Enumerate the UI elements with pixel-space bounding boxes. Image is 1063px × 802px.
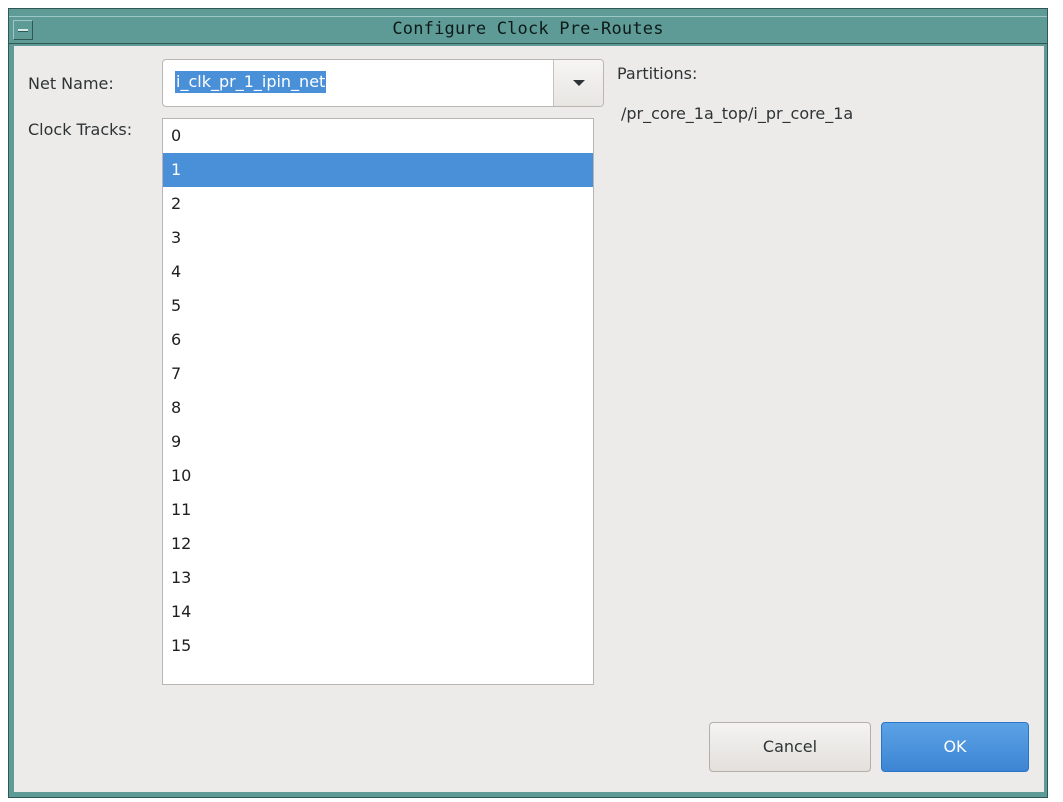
net-name-input[interactable]: i_clk_pr_1_ipin_net: [175, 71, 327, 93]
ok-button[interactable]: OK: [881, 722, 1029, 772]
cancel-button[interactable]: Cancel: [709, 722, 871, 772]
clock-track-item[interactable]: 1: [163, 153, 593, 187]
net-name-dropdown-button[interactable]: [553, 60, 603, 106]
clock-track-item[interactable]: 9: [163, 425, 593, 459]
window-title: Configure Clock Pre-Routes: [392, 19, 664, 39]
chevron-down-icon: [573, 80, 585, 86]
clock-track-item[interactable]: 2: [163, 187, 593, 221]
clock-track-item[interactable]: 10: [163, 459, 593, 493]
net-name-label: Net Name:: [28, 74, 114, 93]
clock-track-item[interactable]: 11: [163, 493, 593, 527]
title-bar[interactable]: Configure Clock Pre-Routes: [9, 16, 1047, 44]
clock-tracks-list[interactable]: 0 1 2 3 4 5 6 7 8 9 10 11 12 13 14 15: [162, 118, 594, 685]
clock-track-item[interactable]: 4: [163, 255, 593, 289]
net-name-combobox[interactable]: i_clk_pr_1_ipin_net: [162, 59, 604, 107]
dialog-window: Configure Clock Pre-Routes Net Name: i_c…: [0, 0, 1063, 802]
clock-tracks-label: Clock Tracks:: [28, 120, 133, 139]
clock-track-item[interactable]: 7: [163, 357, 593, 391]
dialog-body: Net Name: i_clk_pr_1_ipin_net Partitions…: [14, 46, 1044, 792]
clock-track-item[interactable]: 13: [163, 561, 593, 595]
clock-track-item[interactable]: 14: [163, 595, 593, 629]
clock-track-item[interactable]: 12: [163, 527, 593, 561]
clock-track-item[interactable]: 8: [163, 391, 593, 425]
clock-track-item[interactable]: 5: [163, 289, 593, 323]
partitions-label: Partitions:: [617, 64, 698, 83]
clock-track-item[interactable]: 3: [163, 221, 593, 255]
clock-track-item[interactable]: 15: [163, 629, 593, 663]
partition-path: /pr_core_1a_top/i_pr_core_1a: [621, 104, 854, 123]
clock-track-item[interactable]: 6: [163, 323, 593, 357]
clock-track-item[interactable]: 0: [163, 119, 593, 153]
